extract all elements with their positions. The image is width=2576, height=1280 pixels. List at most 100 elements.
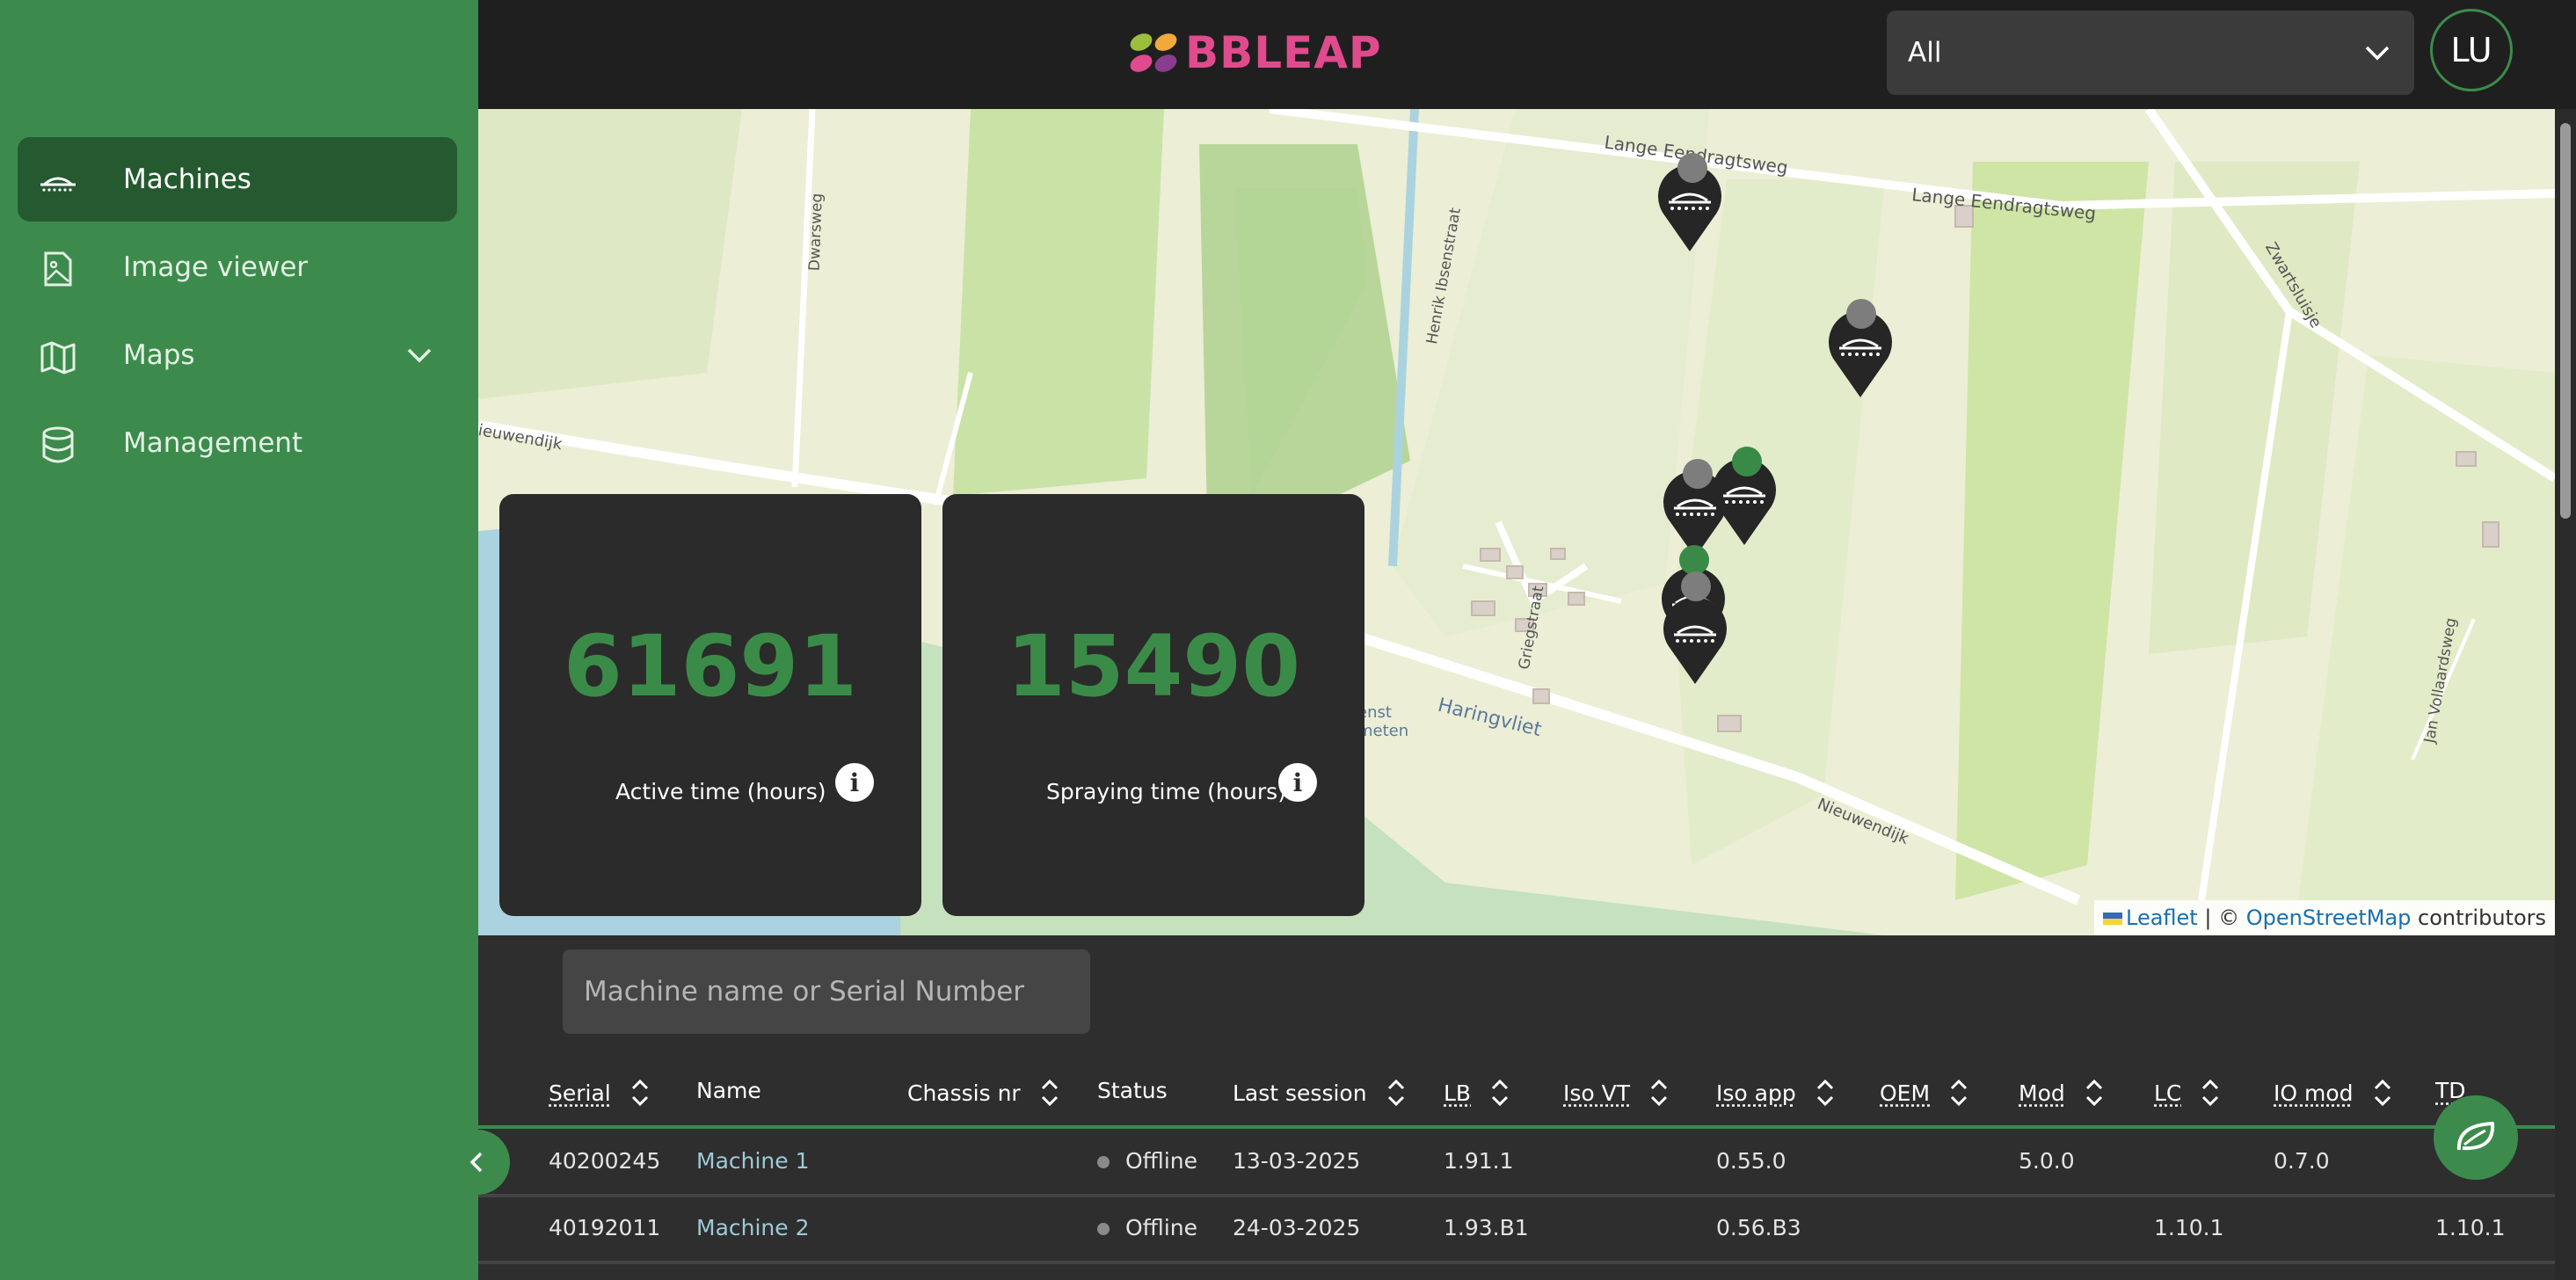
column-header-label: Iso VT <box>1563 1080 1631 1106</box>
column-header[interactable]: Iso app <box>1716 1078 1835 1108</box>
attribution-suffix: contributors <box>2418 905 2546 930</box>
user-avatar[interactable]: LU <box>2430 9 2513 91</box>
cell-lc: 1.10.1 <box>2154 1215 2224 1240</box>
sort-icon[interactable] <box>1949 1078 1968 1108</box>
fleet-filter-select[interactable]: All <box>1887 11 2414 95</box>
column-header[interactable]: Serial <box>549 1078 650 1108</box>
status-text: Offline <box>1125 1148 1198 1174</box>
sort-icon[interactable] <box>1040 1078 1059 1108</box>
sort-icon[interactable] <box>1816 1078 1835 1108</box>
sidebar-item-label: Image viewer <box>123 251 309 283</box>
marker-status-badge <box>1681 571 1711 601</box>
marker-status-badge <box>1679 545 1709 575</box>
collapse-sidebar-button[interactable] <box>445 1130 510 1195</box>
sort-icon[interactable] <box>630 1078 650 1108</box>
column-header[interactable]: LB <box>1444 1078 1510 1108</box>
spraying-time-label: Spraying time (hours) <box>1046 779 1286 804</box>
active-time-value: 61691 <box>564 617 857 716</box>
sort-icon[interactable] <box>1386 1078 1406 1108</box>
sidebar-item-label: Maps <box>123 339 195 371</box>
sidebar: Machines Image viewer Maps Management <box>0 0 478 1280</box>
sort-icon[interactable] <box>1649 1078 1669 1108</box>
column-header-label: Mod <box>2019 1080 2065 1106</box>
cell-mod: 5.0.0 <box>2019 1148 2075 1174</box>
column-header[interactable]: IO mod <box>2274 1078 2392 1108</box>
attribution-separator: | © <box>2204 905 2240 930</box>
cell-td: 1.10.1 <box>2435 1215 2506 1240</box>
cell-status: Offline <box>1097 1148 1197 1174</box>
column-header: Status <box>1097 1078 1168 1103</box>
chevron-left-icon <box>469 1152 483 1173</box>
cell-iso-app: 0.55.0 <box>1716 1148 1786 1174</box>
openstreetmap-link[interactable]: OpenStreetMap <box>2246 905 2412 930</box>
active-time-card: 61691 Active time (hours) i <box>499 494 921 916</box>
map-attribution: Leaflet | © OpenStreetMap contributors <box>2094 900 2555 935</box>
column-header[interactable]: OEM <box>1880 1078 1968 1108</box>
cell-lb: 1.93.B1 <box>1444 1215 1529 1240</box>
sprayer-icon <box>40 177 76 192</box>
marker-status-badge <box>1846 299 1876 329</box>
column-header[interactable]: Last session <box>1233 1078 1406 1108</box>
cell-status: Offline <box>1097 1215 1197 1240</box>
column-header: Name <box>696 1078 761 1103</box>
sidebar-item-image-viewer[interactable]: Image viewer <box>18 225 457 309</box>
column-header[interactable]: Chassis nr <box>907 1078 1059 1108</box>
brand-logo[interactable]: BBLEAP <box>1129 27 1382 78</box>
page-scrollbar[interactable] <box>2555 109 2576 1280</box>
cell-name[interactable]: Machine 2 <box>696 1215 810 1240</box>
info-icon[interactable]: i <box>1278 763 1317 802</box>
marker-status-badge <box>1677 153 1707 183</box>
sidebar-item-management[interactable]: Management <box>18 401 457 485</box>
image-file-icon <box>44 251 72 287</box>
map-icon <box>40 341 76 375</box>
machine-marker[interactable] <box>1658 594 1732 686</box>
chevron-down-icon[interactable] <box>406 345 433 366</box>
map-label: enst meten <box>1357 703 1409 740</box>
column-header[interactable]: LC <box>2154 1078 2220 1108</box>
table-row[interactable]: 40200245 Machine 1 Offline 13-03-2025 1.91.1… <box>478 1129 2555 1197</box>
sort-icon[interactable] <box>1490 1078 1510 1108</box>
sort-icon[interactable] <box>2373 1078 2392 1108</box>
sidebar-item-maps[interactable]: Maps <box>18 313 457 397</box>
support-chat-button[interactable] <box>2434 1095 2518 1180</box>
spraying-time-card: 15490 Spraying time (hours) i <box>942 494 1364 916</box>
column-header-label: Name <box>696 1078 761 1103</box>
machines-table-section: Serial Name Chassis nr Status Last session LB… <box>478 935 2555 1280</box>
cell-lb: 1.91.1 <box>1444 1148 1514 1174</box>
status-text: Offline <box>1125 1215 1198 1240</box>
marker-status-badge <box>1683 459 1713 489</box>
sort-icon[interactable] <box>2085 1078 2104 1108</box>
logo-wordmark: BBLEAP <box>1185 27 1382 78</box>
active-time-label: Active time (hours) <box>615 779 826 804</box>
map-label: Dwarsweg <box>805 193 826 272</box>
info-icon[interactable]: i <box>835 763 874 802</box>
cell-serial: 40192011 <box>549 1215 661 1240</box>
cell-last-session: 13-03-2025 <box>1233 1148 1361 1174</box>
filter-value: All <box>1908 37 1942 69</box>
top-bar: BBLEAP All LU <box>478 0 2576 109</box>
status-dot <box>1097 1156 1110 1168</box>
sidebar-item-machines[interactable]: Machines <box>18 137 457 222</box>
machine-search-input[interactable] <box>563 949 1090 1034</box>
sort-icon[interactable] <box>2201 1078 2220 1108</box>
machine-map[interactable]: Lange Eendragtsweg Lange Eendragtsweg Dw… <box>478 109 2555 935</box>
leaf-logo-icon <box>1130 33 1177 72</box>
column-header-label: Chassis nr <box>907 1080 1021 1106</box>
spraying-time-value: 15490 <box>1007 617 1300 716</box>
column-header[interactable]: Mod <box>2019 1078 2104 1108</box>
cell-serial: 40200245 <box>549 1148 661 1174</box>
chevron-down-icon <box>2365 46 2390 61</box>
column-header-label: LB <box>1444 1080 1472 1106</box>
column-header[interactable]: Iso VT <box>1563 1078 1669 1108</box>
database-icon <box>42 426 74 463</box>
scrollbar-thumb[interactable] <box>2560 123 2571 519</box>
table-row[interactable]: 40192011 Machine 2 Offline 24-03-2025 1.93.B… <box>478 1196 2555 1264</box>
column-header-label: LC <box>2154 1080 2182 1106</box>
column-header-label: OEM <box>1880 1080 1931 1106</box>
leaflet-link[interactable]: Leaflet <box>2126 905 2198 930</box>
cell-name[interactable]: Machine 1 <box>696 1148 810 1174</box>
machine-pin-icon <box>1663 597 1727 684</box>
column-header-label: Iso app <box>1716 1080 1796 1106</box>
cell-iso-app: 0.56.B3 <box>1716 1215 1801 1240</box>
cell-io-mod: 0.7.0 <box>2274 1148 2330 1174</box>
